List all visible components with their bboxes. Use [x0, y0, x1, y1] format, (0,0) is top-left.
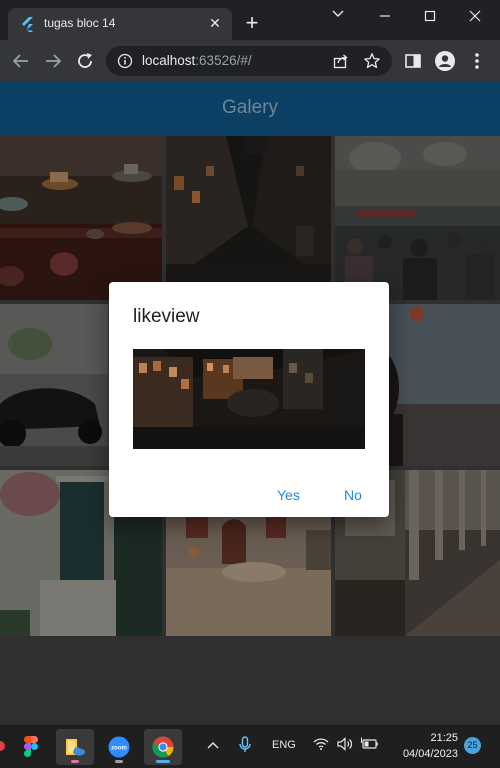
clock-date: 04/04/2023 [402, 748, 458, 760]
chrome-icon[interactable] [144, 729, 182, 765]
share-icon[interactable] [332, 52, 350, 70]
running-indicator [71, 760, 79, 763]
dialog-title: likeview [133, 306, 200, 327]
url-host: localhost [142, 53, 196, 68]
notification-count-badge[interactable]: 25 [464, 737, 481, 754]
dialog-preview-image [133, 349, 365, 449]
tab-title: tugas bloc 14 [44, 16, 116, 30]
file-explorer-icon[interactable] [56, 729, 94, 765]
running-indicator [115, 760, 123, 763]
minimize-icon[interactable] [370, 4, 400, 28]
site-info-icon[interactable] [117, 53, 133, 69]
microphone-icon[interactable] [238, 736, 252, 756]
bookmark-star-icon[interactable] [363, 52, 381, 70]
svg-text:zoom: zoom [111, 746, 127, 752]
reload-icon[interactable] [73, 49, 97, 73]
url-path: :63526/#/ [195, 53, 252, 68]
side-panel-icon[interactable] [402, 50, 424, 72]
running-indicator [156, 760, 170, 763]
language-indicator[interactable]: ENG [272, 739, 296, 759]
window-close-icon[interactable] [460, 4, 490, 28]
new-tab-icon[interactable]: + [241, 12, 263, 35]
wifi-icon[interactable] [313, 737, 329, 757]
figma-icon[interactable] [12, 729, 50, 765]
clock-time: 21:25 [430, 732, 458, 744]
windows-taskbar: zoom ENG 21:25 04/04/2023 25 [0, 724, 500, 768]
web-page: Galery likeview Yes No [0, 82, 500, 724]
show-hidden-icons-chevron-icon[interactable] [206, 739, 220, 759]
profile-avatar-icon[interactable] [434, 50, 456, 72]
zoom-icon[interactable]: zoom [100, 729, 138, 765]
maximize-icon[interactable] [415, 4, 445, 28]
back-icon[interactable] [9, 49, 33, 73]
likeview-dialog: likeview Yes No [109, 282, 389, 517]
browser-tab[interactable]: tugas bloc 14 ✕ [8, 8, 232, 40]
hidden-app-icon[interactable] [0, 729, 8, 765]
yes-button[interactable]: Yes [273, 485, 304, 505]
browser-toolbar: localhost:63526/#/ [0, 40, 500, 82]
battery-icon[interactable] [361, 737, 379, 757]
no-button[interactable]: No [340, 485, 366, 505]
forward-icon[interactable] [41, 49, 65, 73]
url-text[interactable]: localhost:63526/#/ [142, 53, 252, 68]
flutter-icon [20, 17, 35, 32]
close-tab-icon[interactable]: ✕ [206, 15, 224, 33]
address-bar[interactable]: localhost:63526/#/ [106, 46, 392, 76]
more-menu-icon[interactable] [466, 50, 488, 72]
tab-search-chevron-icon[interactable] [323, 4, 353, 28]
screen: tugas bloc 14 ✕ + localhost:63526/#/ Gal… [0, 0, 500, 768]
system-clock[interactable]: 21:25 04/04/2023 [392, 730, 458, 762]
browser-tab-strip: tugas bloc 14 ✕ + [0, 0, 500, 40]
volume-icon[interactable] [337, 737, 353, 757]
